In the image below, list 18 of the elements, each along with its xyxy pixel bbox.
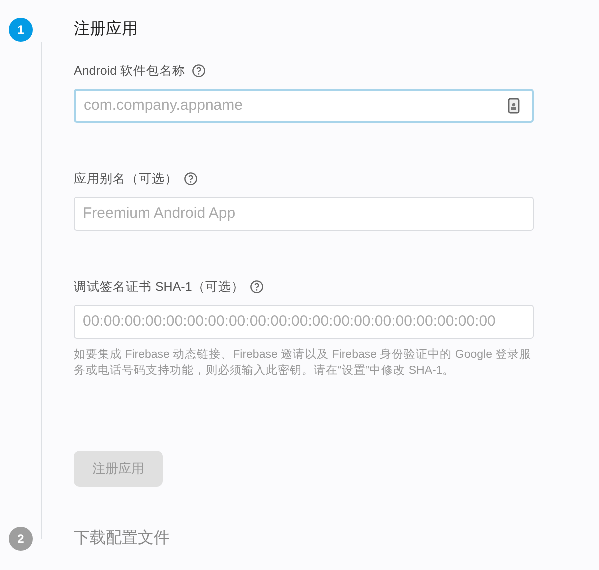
text-field[interactable]: com.company.appname [74,89,534,123]
help-text: 如要集成 Firebase 动态链接、Firebase 邀请以及 Firebase 身份验证中的 Google 登录服务或电话号码支持功能，则必须输入此密钥。请在“设置”中修改 SHA-1。 [74,348,533,379]
text-input: Freemium Android App [83,202,525,226]
step-title: 注册应用 [74,20,139,40]
text-input: 00:00:00:00:00:00:00:00:00:00:00:00:00:00:00:00:00:00:00:00 [83,310,525,334]
field-label: Android 软件包名称 [74,62,186,80]
help-icon[interactable] [184,172,198,186]
text-input: com.company.appname [84,94,508,118]
field-label: 调试签名证书 SHA-1（可选） [74,278,244,296]
help-icon[interactable] [250,280,264,294]
contact-card-icon[interactable] [508,98,520,114]
step-number: 1 [9,18,33,42]
field-label: 应用别名（可选） [74,170,178,188]
step-number: 2 [9,527,33,551]
text-field[interactable]: 00:00:00:00:00:00:00:00:00:00:00:00:00:00:00:00:00:00:00:00 [74,305,534,339]
text-field[interactable]: Freemium Android App [74,197,534,231]
step-title: 下载配置文件 [74,528,170,549]
help-icon[interactable] [192,64,206,78]
